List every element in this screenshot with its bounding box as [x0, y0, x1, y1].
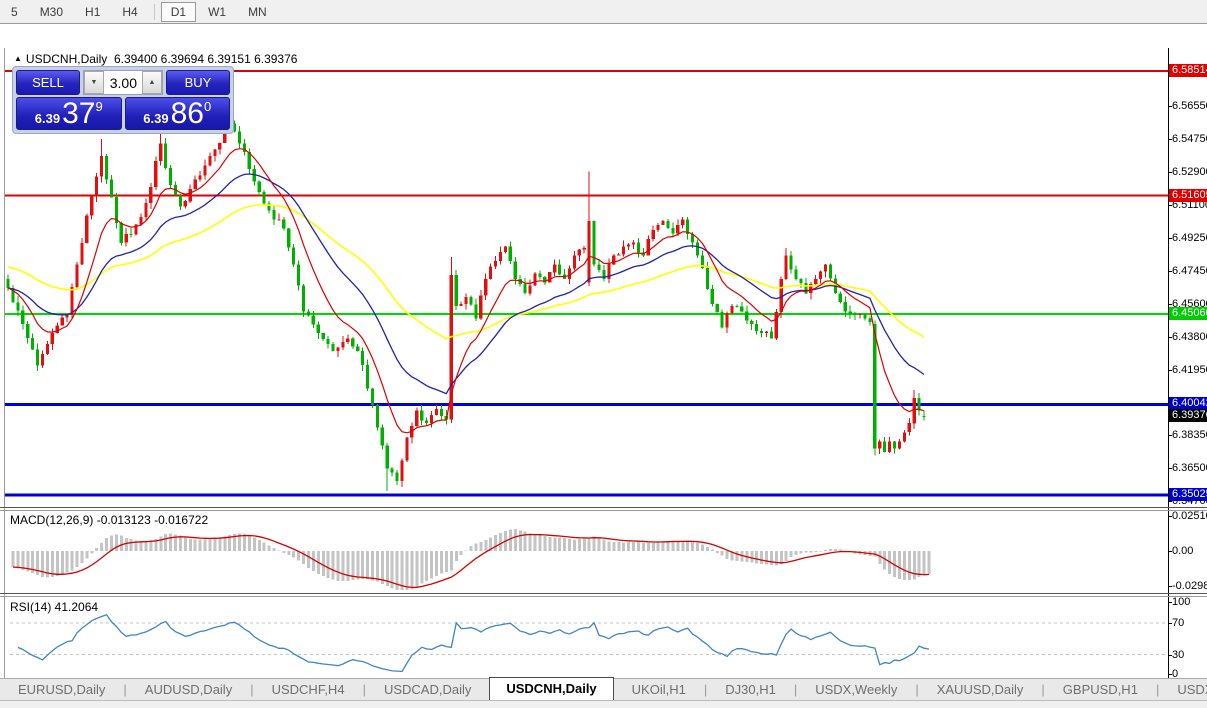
timeframe-button-mn[interactable]: MN	[238, 2, 277, 22]
chart-tab-xauusd-daily[interactable]: XAUUSD,Daily	[919, 679, 1042, 701]
chart-ohlc-values: 6.39400 6.39694 6.39151 6.39376	[113, 52, 298, 66]
timeframe-button-m30[interactable]: M30	[30, 2, 73, 22]
collapse-arrow-icon[interactable]: ▲	[14, 54, 22, 63]
panel-separator	[0, 507, 1207, 508]
price-tick-label: 6.47450	[1172, 265, 1207, 277]
sell-price-pip: 9	[95, 99, 103, 114]
sell-price-panel[interactable]: 6.39 37 9	[16, 97, 122, 130]
price-tick-label: 6.43800	[1172, 331, 1207, 343]
timeframe-button-5[interactable]: 5	[1, 2, 28, 22]
chart-tab-eurusd-daily[interactable]: EURUSD,Daily	[0, 679, 123, 701]
price-tick-label: 6.38350	[1172, 429, 1207, 441]
timeframe-button-h4[interactable]: H4	[112, 2, 147, 22]
rsi-label: RSI(14) 41.2064	[10, 600, 99, 614]
timeframe-button-w1[interactable]: W1	[198, 2, 236, 22]
buy-price-pip: 0	[203, 99, 212, 114]
macd-tick-label: 0.00	[1172, 545, 1194, 557]
chart-window: ▲ USDCNH,Daily 6.39400 6.39694 6.39151 6.…	[0, 23, 1207, 695]
chart-title: ▲ USDCNH,Daily 6.39400 6.39694 6.39151 6.…	[14, 52, 297, 66]
price-badge: 6.51605	[1169, 189, 1207, 202]
buy-price-prefix: 6.39	[143, 111, 169, 126]
panel-separator	[0, 593, 1207, 594]
price-badge: 6.39376	[1169, 409, 1207, 422]
price-badge: 6.35025	[1169, 488, 1207, 501]
price-tick-label: 6.56550	[1172, 100, 1207, 112]
buy-price-main: 86	[170, 97, 204, 130]
volume-decrease-button[interactable]: ▼	[84, 71, 104, 94]
chart-tab-audusd-daily[interactable]: AUDUSD,Daily	[127, 679, 250, 701]
volume-increase-button[interactable]: ▲	[142, 71, 162, 94]
rsi-indicator-chart[interactable]	[5, 597, 1168, 679]
panel-separator	[0, 596, 1207, 597]
macd-tick-label: 0.025108	[1172, 510, 1207, 522]
one-click-trading-widget: SELL ▼ 3.00 ▲ BUY 6.39 37 9 6.39 86 0	[12, 66, 234, 134]
timeframe-button-h1[interactable]: H1	[75, 2, 110, 22]
chart-tab-gbpusd-h1[interactable]: GBPUSD,H1	[1045, 679, 1156, 701]
chart-tab-usdcnh-daily[interactable]: USDCNH,Daily	[489, 677, 614, 701]
chart-tab-dj30-h1[interactable]: DJ30,H1	[707, 679, 794, 701]
rsi-tick-label: 30	[1172, 649, 1185, 661]
status-bar	[0, 700, 1207, 708]
price-tick-label: 6.36500	[1172, 462, 1207, 474]
chart-tab-usdx-weekly[interactable]: USDX,Weekly	[1159, 679, 1207, 701]
timeframe-button-d1[interactable]: D1	[160, 1, 197, 22]
macd-label: MACD(12,26,9) -0.013123 -0.016722	[10, 513, 209, 527]
buy-price-panel[interactable]: 6.39 86 0	[124, 97, 230, 130]
price-tick-label: 6.52900	[1172, 166, 1207, 178]
price-tick-label: 6.54750	[1172, 133, 1207, 145]
rsi-tick-label: 100	[1172, 596, 1191, 608]
price-tick-label: 6.41950	[1172, 364, 1207, 376]
chart-tab-usdcad-daily[interactable]: USDCAD,Daily	[366, 679, 489, 701]
macd-tick-label: -0.02988	[1172, 580, 1207, 592]
panel-separator	[0, 510, 1207, 511]
buy-button[interactable]: BUY	[166, 70, 230, 95]
rsi-tick-label: 70	[1172, 617, 1185, 629]
terminal-window: 5 M30 H1 H4 D1 W1 MN ▲ USDCNH,Daily 6.39400 6.3…	[0, 0, 1207, 708]
chart-symbol-label: USDCNH,Daily	[25, 52, 108, 66]
price-tick-label: 6.49250	[1172, 232, 1207, 244]
volume-input[interactable]: 3.00	[104, 71, 142, 94]
chart-tab-ukoil-h1[interactable]: UKOil,H1	[614, 679, 704, 701]
toolbar-separator	[153, 3, 155, 20]
price-badge: 6.45060	[1169, 307, 1207, 320]
price-badge: 6.58514	[1169, 64, 1207, 77]
sell-price-prefix: 6.39	[34, 111, 61, 126]
chart-left-border	[4, 48, 5, 681]
sell-price-main: 37	[62, 97, 96, 130]
volume-stepper: ▼ 3.00 ▲	[83, 70, 163, 95]
chart-tab-bar: EURUSD,Daily | AUDUSD,Daily | USDCHF,H4 | USDC…	[0, 677, 1207, 701]
chart-tab-usdx-weekly[interactable]: USDX,Weekly	[797, 679, 915, 701]
timeframe-toolbar: 5 M30 H1 H4 D1 W1 MN	[0, 0, 1207, 24]
sell-button[interactable]: SELL	[16, 70, 80, 95]
axis-vertical-line	[1168, 48, 1169, 680]
chart-tab-usdchf-h4[interactable]: USDCHF,H4	[254, 679, 363, 701]
